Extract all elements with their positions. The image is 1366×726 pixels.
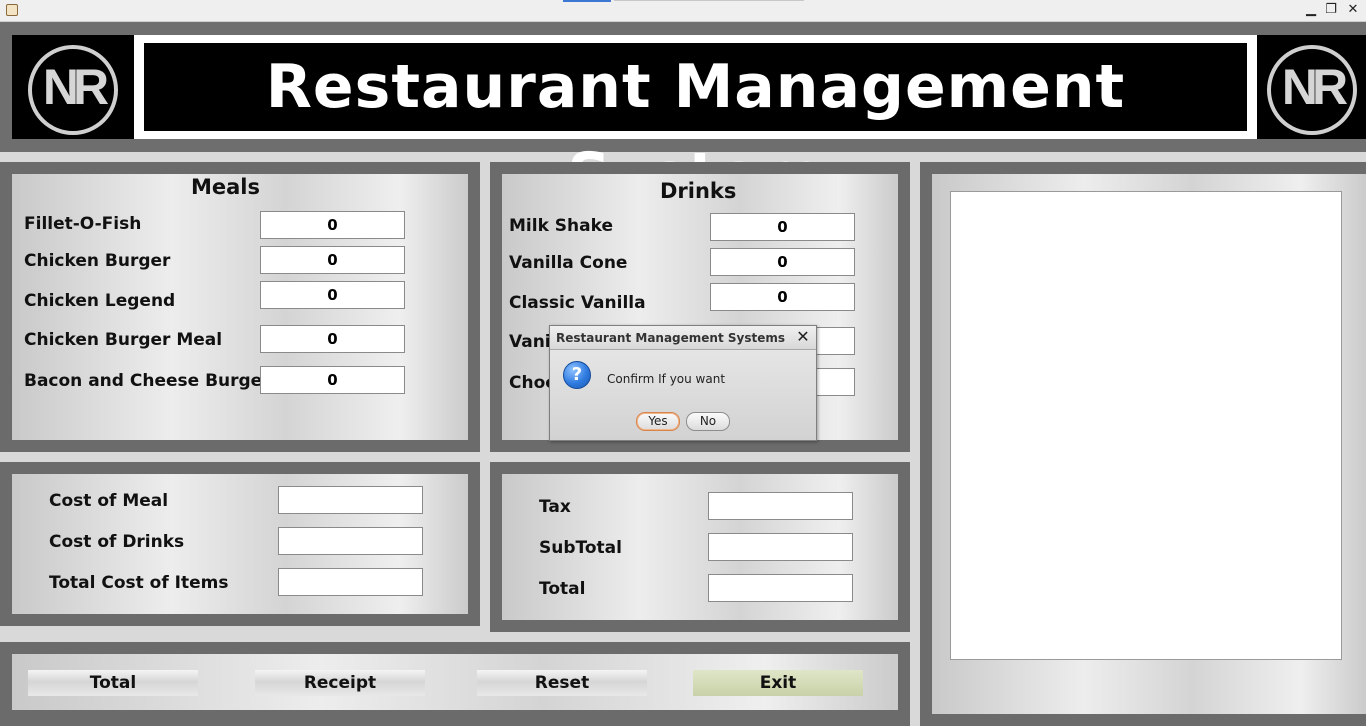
drink-label-vanilla-partial: Vani [509, 332, 551, 352]
titlebar-accent [563, 0, 611, 2]
exit-button[interactable]: Exit [693, 670, 863, 696]
meal-label-chicken-burger: Chicken Burger [24, 251, 171, 271]
meals-heading: Meals [191, 175, 261, 199]
drink-label-classic-vanilla: Classic Vanilla [509, 293, 646, 313]
drink-label-milk-shake: Milk Shake [509, 216, 613, 236]
total-cost-of-items-field[interactable] [278, 568, 423, 596]
drink-qty-vanilla-cone[interactable]: 0 [710, 248, 855, 276]
close-button[interactable]: ✕ [1342, 0, 1364, 20]
cost-of-meal-field[interactable] [278, 486, 423, 514]
java-app-icon [6, 4, 18, 16]
meal-label-fillet-o-fish: Fillet-O-Fish [24, 214, 142, 234]
tax-field[interactable] [708, 492, 853, 520]
receipt-button[interactable]: Receipt [255, 670, 425, 696]
tax-label: Tax [539, 497, 571, 517]
reset-button[interactable]: Reset [477, 670, 647, 696]
yes-button[interactable]: Yes [636, 412, 680, 431]
drink-label-vanilla-cone: Vanilla Cone [509, 253, 628, 273]
total-cost-of-items-label: Total Cost of Items [49, 573, 229, 593]
logo-mark: NR [1281, 59, 1348, 115]
meal-qty-bacon-cheese-burger[interactable]: 0 [260, 366, 405, 394]
meal-qty-chicken-legend[interactable]: 0 [260, 281, 405, 309]
dialog-title: Restaurant Management Systems [556, 331, 786, 345]
total-button[interactable]: Total [28, 670, 198, 696]
meal-qty-chicken-burger-meal[interactable]: 0 [260, 325, 405, 353]
drink-qty-milk-shake[interactable]: 0 [710, 213, 855, 241]
drink-qty-classic-vanilla[interactable]: 0 [710, 283, 855, 311]
subtotal-field[interactable] [708, 533, 853, 561]
meal-label-chicken-burger-meal: Chicken Burger Meal [24, 330, 223, 350]
logo-mark: NR [42, 59, 109, 115]
question-icon: ? [563, 361, 591, 389]
minimize-button[interactable]: ▁ [1300, 0, 1322, 20]
total-label: Total [539, 579, 586, 599]
maximize-button[interactable]: ❐ [1320, 0, 1342, 20]
logo-right: NR [1257, 35, 1366, 139]
drinks-heading: Drinks [660, 179, 737, 203]
page-title: Restaurant Management System [144, 43, 1247, 210]
cost-of-drinks-field[interactable] [278, 527, 423, 555]
cost-of-meal-label: Cost of Meal [49, 491, 169, 511]
receipt-textarea[interactable] [950, 191, 1342, 660]
subtotal-label: SubTotal [539, 538, 622, 558]
cost-of-drinks-label: Cost of Drinks [49, 532, 185, 552]
titlebar-accent-line [614, 0, 804, 1]
dialog-close-icon[interactable]: ✕ [794, 328, 812, 346]
logo-left: NR [12, 35, 134, 139]
meal-qty-chicken-burger[interactable]: 0 [260, 246, 405, 274]
meal-qty-fillet-o-fish[interactable]: 0 [260, 211, 405, 239]
total-field[interactable] [708, 574, 853, 602]
dialog-titlebar: Restaurant Management Systems ✕ [550, 326, 816, 350]
no-button[interactable]: No [686, 412, 730, 431]
dialog-message: Confirm If you want [607, 372, 726, 386]
meal-label-chicken-legend: Chicken Legend [24, 291, 176, 311]
window-titlebar: ▁ ❐ ✕ [0, 0, 1366, 22]
meal-label-bacon-cheese-burger: Bacon and Cheese Burger [24, 371, 271, 391]
confirm-dialog: Restaurant Management Systems ✕ ? Confir… [549, 325, 817, 441]
